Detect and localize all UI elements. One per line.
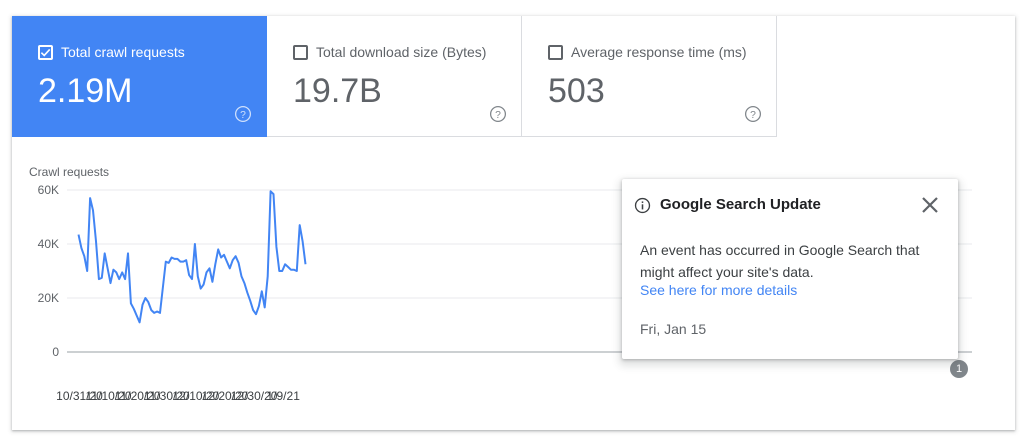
data-point xyxy=(295,269,299,273)
data-point xyxy=(251,308,255,312)
data-point xyxy=(205,270,209,274)
data-point xyxy=(158,311,162,315)
data-point xyxy=(129,301,133,305)
data-point xyxy=(234,254,238,258)
data-point xyxy=(167,261,171,265)
y-tick-label: 20K xyxy=(38,291,59,305)
event-marker[interactable]: 1 xyxy=(950,360,968,378)
y-tick-label: 40K xyxy=(38,237,59,251)
data-point xyxy=(109,281,113,285)
data-point xyxy=(225,260,229,264)
data-point xyxy=(190,277,194,281)
popup-title: Google Search Update xyxy=(660,196,821,213)
data-point xyxy=(301,239,305,243)
data-point xyxy=(132,307,136,311)
data-point xyxy=(138,320,142,324)
data-point xyxy=(271,192,275,196)
data-point xyxy=(199,287,203,291)
data-point xyxy=(228,266,232,270)
data-point xyxy=(222,253,226,257)
data-point xyxy=(161,285,165,289)
data-point xyxy=(263,305,267,309)
data-point xyxy=(193,242,197,246)
data-point xyxy=(82,254,86,258)
data-point xyxy=(239,274,243,278)
close-icon[interactable] xyxy=(920,195,940,215)
data-point xyxy=(237,261,241,265)
series-line xyxy=(77,190,307,324)
data-point xyxy=(257,304,261,308)
info-icon xyxy=(634,197,651,214)
crawl-stats-card: Total crawl requests 2.19M ? Total downl… xyxy=(12,16,1015,430)
data-point xyxy=(280,269,284,273)
popup-body: An event has occurred in Google Search t… xyxy=(640,242,920,280)
data-point xyxy=(100,276,104,280)
data-point xyxy=(114,270,118,274)
data-point xyxy=(106,266,110,270)
popup-details-link[interactable]: See here for more details xyxy=(640,282,797,298)
data-point xyxy=(231,258,235,262)
data-point xyxy=(266,274,270,278)
popup-date: Fri, Jan 15 xyxy=(640,321,707,337)
data-point xyxy=(254,312,258,316)
data-point xyxy=(77,233,81,237)
data-point xyxy=(135,314,139,318)
data-point xyxy=(184,258,188,262)
data-point xyxy=(88,196,92,200)
data-point xyxy=(126,251,130,255)
data-point xyxy=(207,266,211,270)
y-tick-label: 0 xyxy=(52,345,59,359)
data-point xyxy=(196,274,200,278)
data-point xyxy=(94,239,98,243)
data-point xyxy=(260,289,264,293)
data-point xyxy=(248,299,252,303)
data-point xyxy=(216,247,220,251)
data-point xyxy=(117,277,121,281)
data-point xyxy=(120,270,124,274)
data-point xyxy=(143,296,147,300)
data-point xyxy=(123,277,127,281)
data-point xyxy=(303,262,307,266)
data-point xyxy=(79,246,83,250)
data-point xyxy=(210,280,214,284)
x-tick-label: 1/9/21 xyxy=(267,389,301,403)
data-point xyxy=(141,303,145,307)
data-point xyxy=(245,291,249,295)
data-point xyxy=(187,273,191,277)
y-tick-label: 60K xyxy=(38,183,59,197)
data-point xyxy=(91,208,95,212)
data-point xyxy=(298,223,302,227)
data-point xyxy=(242,281,246,285)
data-point xyxy=(146,300,150,304)
search-update-popup: Google Search Update An event has occurr… xyxy=(622,179,958,359)
data-point xyxy=(202,283,206,287)
data-point xyxy=(274,245,278,249)
data-point xyxy=(213,262,217,266)
data-point xyxy=(85,269,89,273)
data-point xyxy=(103,251,107,255)
